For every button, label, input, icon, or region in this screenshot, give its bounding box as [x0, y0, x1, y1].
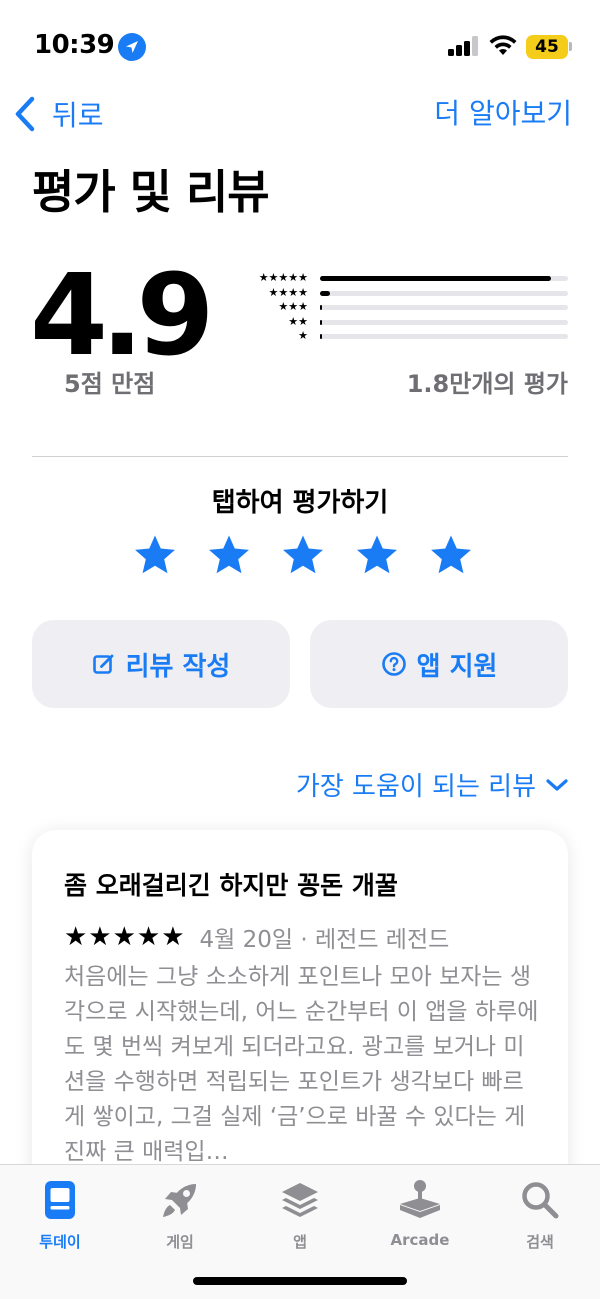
out-of-label: 5점 만점: [64, 370, 156, 398]
histogram-stars: ★: [298, 329, 308, 342]
learn-more-link[interactable]: 더 알아보기: [434, 96, 572, 132]
rocket-icon: [163, 1184, 196, 1217]
tab-label: 게임: [166, 1233, 194, 1251]
histogram-row-4: ★★★★: [236, 286, 570, 301]
app-support-label: 앱 지원: [416, 651, 498, 682]
histogram-bar: [320, 334, 568, 339]
battery-indicator: 45: [526, 35, 568, 59]
review-star-rating: ★★★★★: [64, 922, 186, 952]
page-title: 평가 및 리뷰: [32, 165, 270, 219]
today-icon: [45, 1181, 75, 1219]
histogram-fill: [320, 305, 323, 310]
tab-arcade[interactable]: Arcade: [360, 1175, 480, 1249]
chevron-left-icon: [15, 96, 35, 132]
rate-star-3-icon[interactable]: [280, 532, 326, 578]
layers-icon: [282, 1183, 318, 1217]
histogram-bar: [320, 276, 568, 281]
histogram-stars: ★★★: [278, 300, 308, 313]
write-review-label: 리뷰 작성: [125, 651, 231, 682]
tab-games[interactable]: 게임: [120, 1175, 240, 1252]
rating-histogram: ★★★★★ ★★★★ ★★★ ★★ ★: [236, 271, 570, 344]
review-card[interactable]: 좀 오래걸리긴 하지만 꽁돈 개꿀 ★★★★★ 4월 20일 · 레전드 레전드…: [32, 830, 568, 1190]
histogram-row-5: ★★★★★: [236, 271, 570, 286]
histogram-stars: ★★★★★: [258, 271, 308, 284]
histogram-row-3: ★★★: [236, 300, 570, 315]
review-sort-dropdown[interactable]: 가장 도움이 되는 리뷰: [296, 766, 568, 803]
compose-icon: [92, 654, 114, 674]
histogram-fill: [320, 276, 551, 281]
battery-tip: [569, 42, 572, 51]
back-button[interactable]: 뒤로: [14, 96, 104, 132]
histogram-bar: [320, 319, 568, 325]
location-arrow-icon: [118, 33, 146, 61]
review-meta: ★★★★★ 4월 20일 · 레전드 레전드: [64, 920, 449, 954]
joystick-icon: [400, 1180, 440, 1218]
question-circle-icon: [381, 652, 406, 676]
sort-label: 가장 도움이 되는 리뷰: [295, 772, 536, 802]
histogram-fill: [320, 319, 323, 325]
cellular-signal-icon: [448, 36, 480, 56]
histogram-bar: [320, 290, 568, 296]
chevron-down-icon: [546, 778, 568, 791]
histogram-bar: [320, 305, 568, 310]
tab-today[interactable]: 투데이: [0, 1175, 120, 1252]
histogram-stars: ★★: [288, 314, 308, 328]
back-label: 뒤로: [52, 99, 104, 132]
app-support-button[interactable]: 앱 지원: [310, 620, 568, 708]
rating-count: 1.8만개의 평가: [406, 370, 568, 398]
tab-apps[interactable]: 앱: [240, 1175, 360, 1252]
divider: [32, 456, 568, 457]
home-indicator: [193, 1277, 407, 1285]
histogram-fill: [320, 290, 330, 296]
tab-search[interactable]: 검색: [480, 1175, 600, 1252]
histogram-row-2: ★★: [236, 315, 570, 330]
tap-to-rate-stars: [132, 532, 474, 578]
review-body: 처음에는 그냥 소소하게 포인트나 모아 보자는 생각으로 시작했는데, 어느 …: [64, 964, 539, 1165]
status-time: 10:39: [34, 30, 115, 60]
rate-star-1-icon[interactable]: [132, 532, 178, 578]
status-bar: 10:39 45: [0, 0, 600, 90]
tab-label: Arcade: [390, 1231, 450, 1249]
histogram-row-1: ★: [236, 329, 570, 344]
histogram-stars: ★★★★: [268, 285, 308, 299]
tap-to-rate-label: 탭하여 평가하기: [211, 488, 389, 518]
tab-label: 검색: [526, 1233, 554, 1251]
tab-label: 앱: [293, 1233, 307, 1251]
search-icon: [522, 1182, 559, 1219]
rate-star-5-icon[interactable]: [428, 532, 474, 578]
average-rating: 4.9: [30, 251, 214, 381]
histogram-fill: [320, 334, 323, 339]
rate-star-4-icon[interactable]: [354, 532, 400, 578]
tab-label: 투데이: [39, 1233, 81, 1251]
wifi-icon: [489, 35, 517, 55]
rate-star-2-icon[interactable]: [206, 532, 252, 578]
review-title: 좀 오래걸리긴 하지만 꽁돈 개꿀: [64, 871, 398, 900]
write-review-button[interactable]: 리뷰 작성: [32, 620, 290, 708]
review-date-author: 4월 20일 · 레전드 레전드: [199, 927, 450, 953]
